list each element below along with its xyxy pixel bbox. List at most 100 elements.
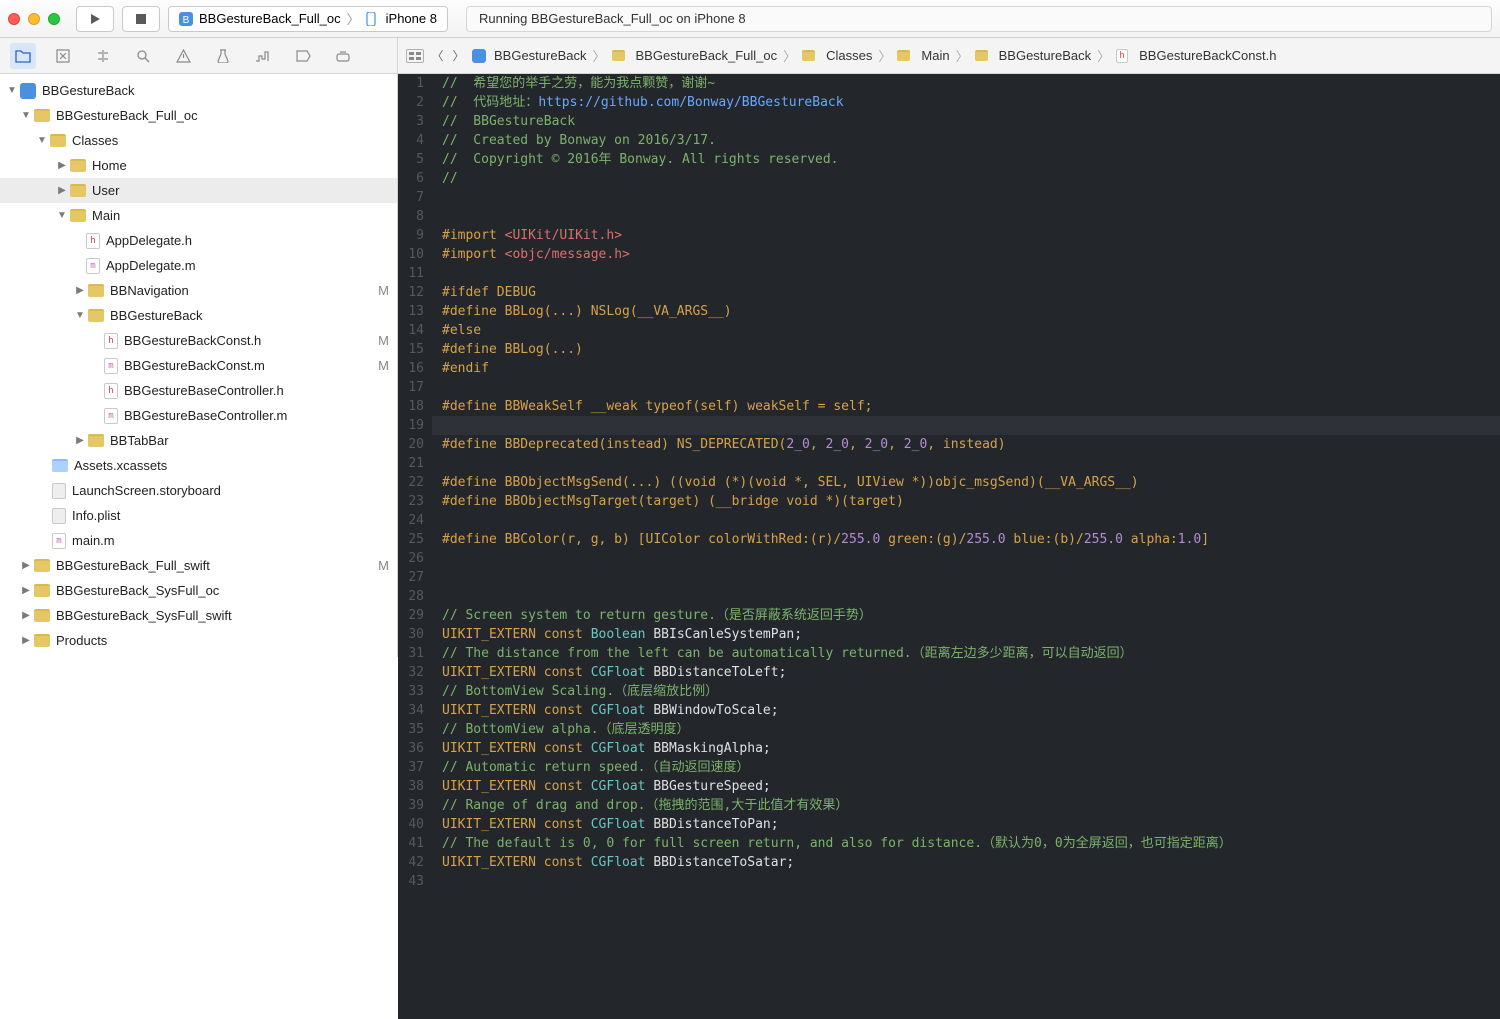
- tree-row-file[interactable]: m main.m: [0, 528, 397, 553]
- breadcrumb-item[interactable]: BBGestureBack: [472, 48, 587, 63]
- breadcrumb-item[interactable]: Classes: [802, 48, 872, 63]
- find-navigator-icon[interactable]: [130, 43, 156, 69]
- titlebar: B BBGestureBack_Full_oc 〉 iPhone 8 Runni…: [0, 0, 1500, 38]
- plist-file-icon: [52, 508, 66, 524]
- breadcrumb-item[interactable]: BBGestureBack_Full_oc: [612, 48, 778, 63]
- disclosure-triangle[interactable]: ▶: [20, 610, 32, 621]
- breadcrumb-item[interactable]: Main: [897, 48, 949, 63]
- folder-icon: [88, 284, 104, 297]
- m-file-icon: m: [86, 258, 100, 274]
- tree-row-file[interactable]: h BBGestureBackConst.h M: [0, 328, 397, 353]
- project-navigator[interactable]: ▼ BBGestureBack ▼ BBGestureBack_Full_oc …: [0, 74, 398, 657]
- code-editor[interactable]: 1// 希望您的举手之劳，能为我点颗赞，谢谢~ 2// 代码地址：https:/…: [398, 74, 1500, 1019]
- tree-row-folder[interactable]: ▼ Classes: [0, 128, 397, 153]
- disclosure-triangle[interactable]: ▶: [56, 185, 68, 196]
- disclosure-triangle[interactable]: ▼: [74, 310, 86, 321]
- disclosure-triangle[interactable]: ▼: [6, 85, 18, 96]
- line-number: 29: [398, 606, 432, 625]
- code-line: [432, 416, 1500, 435]
- tree-row-folder[interactable]: ▼ Main: [0, 203, 397, 228]
- close-window-button[interactable]: [8, 13, 20, 25]
- folder-icon: [70, 184, 86, 197]
- source-control-navigator-icon[interactable]: [50, 43, 76, 69]
- tree-row-file[interactable]: h BBGestureBaseController.h: [0, 378, 397, 403]
- line-number: 13: [398, 302, 432, 321]
- tree-label: BBGestureBack_Full_swift: [56, 558, 372, 573]
- line-number: 15: [398, 340, 432, 359]
- minimize-window-button[interactable]: [28, 13, 40, 25]
- line-number: 38: [398, 777, 432, 796]
- line-number: 18: [398, 397, 432, 416]
- line-number: 7: [398, 188, 432, 207]
- tree-row-file[interactable]: m BBGestureBaseController.m: [0, 403, 397, 428]
- chevron-right-icon: 〉: [956, 46, 969, 65]
- line-number: 23: [398, 492, 432, 511]
- tree-row-file[interactable]: m AppDelegate.m: [0, 253, 397, 278]
- disclosure-triangle[interactable]: ▼: [20, 110, 32, 121]
- breadcrumb-item[interactable]: hBBGestureBackConst.h: [1116, 48, 1276, 63]
- symbol-navigator-icon[interactable]: [90, 43, 116, 69]
- tree-row-folder[interactable]: ▶ Products: [0, 628, 397, 653]
- tree-row-folder[interactable]: ▶ BBGestureBack_Full_swift M: [0, 553, 397, 578]
- breakpoint-navigator-icon[interactable]: [290, 43, 316, 69]
- folder-icon: [34, 634, 50, 647]
- code-line: UIKIT_EXTERN const CGFloat BBDistanceToS…: [432, 853, 1500, 872]
- disclosure-triangle[interactable]: ▶: [74, 435, 86, 446]
- disclosure-triangle[interactable]: ▶: [20, 585, 32, 596]
- code-line: UIKIT_EXTERN const CGFloat BBDistanceToL…: [432, 663, 1500, 682]
- disclosure-triangle[interactable]: ▶: [20, 635, 32, 646]
- tree-row-file[interactable]: h AppDelegate.h: [0, 228, 397, 253]
- tree-label: BBGestureBackConst.m: [124, 358, 372, 373]
- tree-label: Info.plist: [72, 508, 389, 523]
- tree-row-folder[interactable]: ▶ BBGestureBack_SysFull_swift: [0, 603, 397, 628]
- tree-row-folder[interactable]: ▶ BBGestureBack_SysFull_oc: [0, 578, 397, 603]
- tree-row-folder[interactable]: ▼ BBGestureBack: [0, 303, 397, 328]
- line-number: 12: [398, 283, 432, 302]
- disclosure-triangle[interactable]: ▼: [56, 210, 68, 221]
- jump-bar[interactable]: 〈 〉 BBGestureBack 〉 BBGestureBack_Full_o…: [398, 38, 1500, 74]
- disclosure-triangle[interactable]: ▼: [36, 135, 48, 146]
- stop-button[interactable]: [122, 6, 160, 32]
- scheme-separator: 〉: [347, 9, 360, 28]
- line-number: 6: [398, 169, 432, 188]
- tree-row-folder[interactable]: ▶ BBNavigation M: [0, 278, 397, 303]
- code-line: // Screen system to return gesture.（是否屏蔽…: [432, 606, 1500, 625]
- tree-label: BBNavigation: [110, 283, 372, 298]
- tree-row-file[interactable]: Assets.xcassets: [0, 453, 397, 478]
- scheme-selector[interactable]: B BBGestureBack_Full_oc 〉 iPhone 8: [168, 6, 448, 32]
- tree-row-file[interactable]: LaunchScreen.storyboard: [0, 478, 397, 503]
- breadcrumb-item[interactable]: BBGestureBack: [975, 48, 1092, 63]
- folder-icon: [897, 50, 910, 61]
- disclosure-triangle[interactable]: ▶: [56, 160, 68, 171]
- line-number: 32: [398, 663, 432, 682]
- forward-button[interactable]: 〉: [451, 48, 466, 63]
- chevron-right-icon: 〉: [783, 46, 796, 65]
- test-navigator-icon[interactable]: [210, 43, 236, 69]
- tree-row-file[interactable]: Info.plist: [0, 503, 397, 528]
- code-line: UIKIT_EXTERN const Boolean BBIsCanleSyst…: [432, 625, 1500, 644]
- tree-row-folder[interactable]: ▼ BBGestureBack_Full_oc: [0, 103, 397, 128]
- tree-row-folder[interactable]: ▶ Home: [0, 153, 397, 178]
- back-button[interactable]: 〈: [430, 48, 445, 63]
- issue-navigator-icon[interactable]: [170, 43, 196, 69]
- line-number: 19: [398, 416, 432, 435]
- related-items-icon[interactable]: [406, 49, 424, 63]
- m-file-icon: m: [104, 408, 118, 424]
- zoom-window-button[interactable]: [48, 13, 60, 25]
- tree-row-file[interactable]: m BBGestureBackConst.m M: [0, 353, 397, 378]
- status-text: Running BBGestureBack_Full_oc on iPhone …: [479, 11, 746, 26]
- tree-row-folder[interactable]: ▶ BBTabBar: [0, 428, 397, 453]
- tree-row-folder[interactable]: ▶ User: [0, 178, 397, 203]
- xcode-window: B BBGestureBack_Full_oc 〉 iPhone 8 Runni…: [0, 0, 1500, 1019]
- line-number: 17: [398, 378, 432, 397]
- tree-label: LaunchScreen.storyboard: [72, 483, 389, 498]
- project-navigator-icon[interactable]: [10, 43, 36, 69]
- report-navigator-icon[interactable]: [330, 43, 356, 69]
- h-file-icon: h: [104, 333, 118, 349]
- disclosure-triangle[interactable]: ▶: [74, 285, 86, 296]
- disclosure-triangle[interactable]: ▶: [20, 560, 32, 571]
- debug-navigator-icon[interactable]: [250, 43, 276, 69]
- code-line: #define BBLog(...): [432, 340, 1500, 359]
- tree-row-project[interactable]: ▼ BBGestureBack: [0, 78, 397, 103]
- run-button[interactable]: [76, 6, 114, 32]
